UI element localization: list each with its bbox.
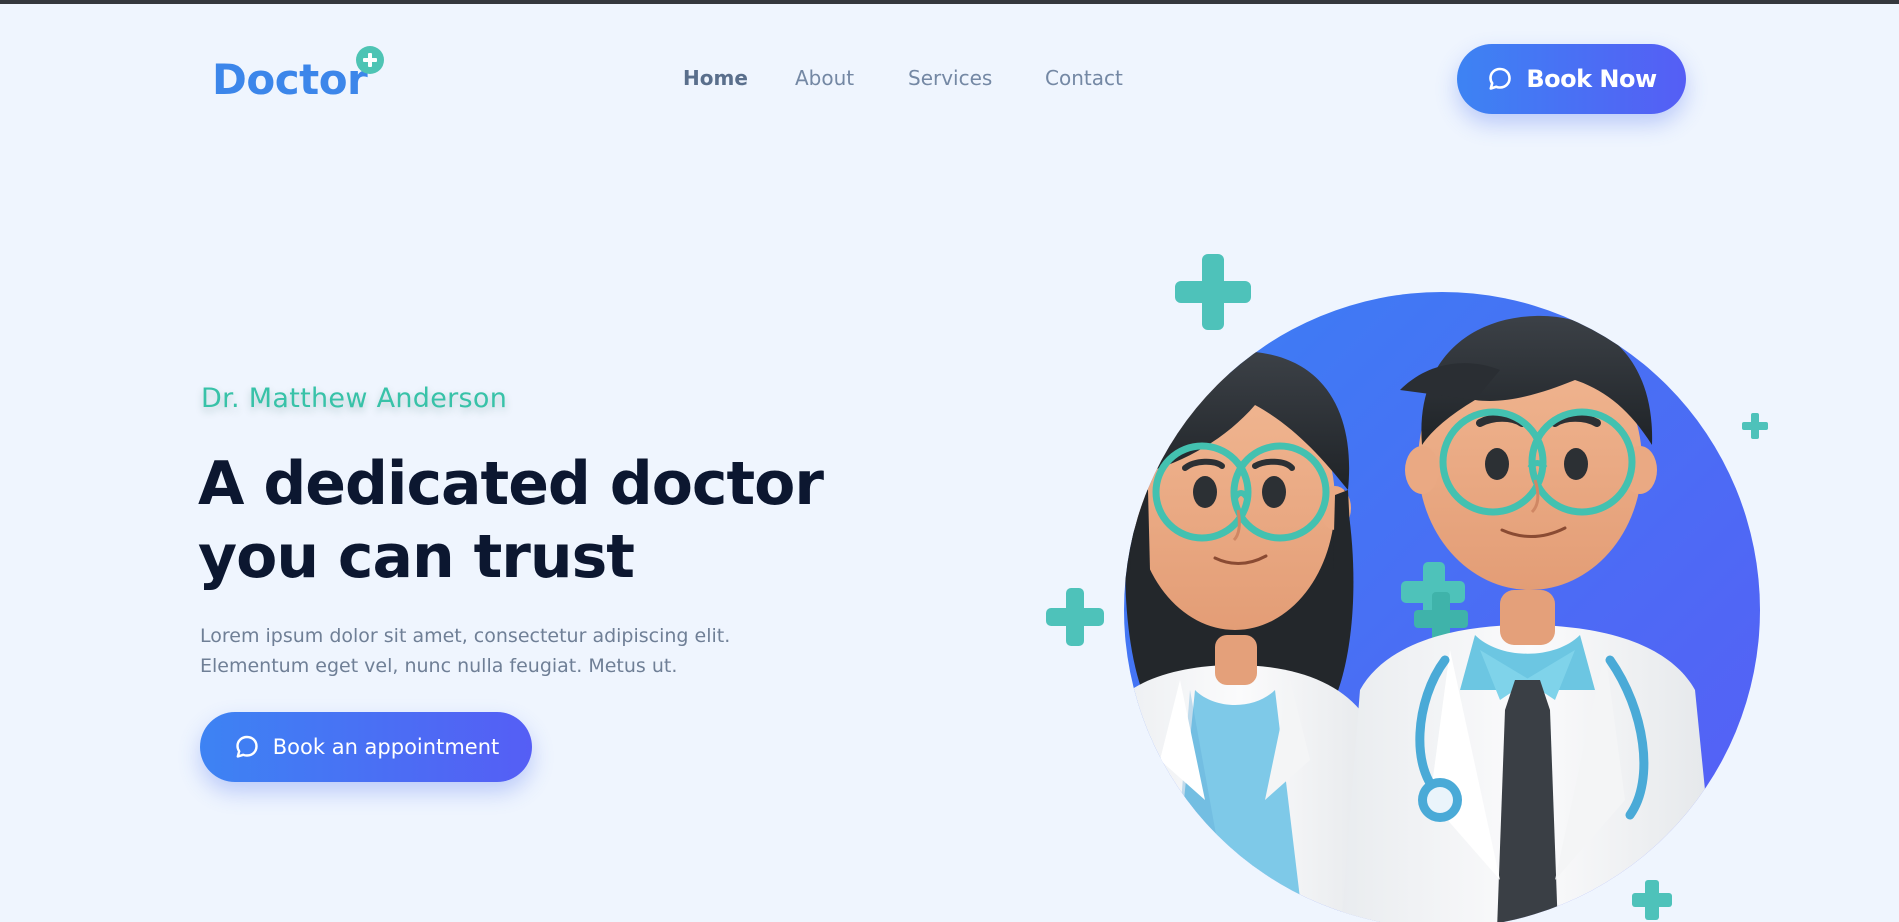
hero-headline: A dedicated doctor you can trust — [198, 448, 838, 594]
headline-line-2: you can trust — [198, 522, 635, 592]
hero-description: Lorem ipsum dolor sit amet, consectetur … — [200, 621, 800, 681]
nav-link-about[interactable]: About — [795, 66, 854, 90]
female-doctor-figure — [1124, 351, 1390, 922]
description-line-1: Lorem ipsum dolor sit amet, consectetur … — [200, 625, 731, 647]
description-line-2: Elementum eget vel, nunc nulla feugiat. … — [200, 655, 678, 677]
chat-bubble-icon — [236, 735, 258, 758]
nav-link-contact[interactable]: Contact — [1045, 66, 1123, 90]
logo-text[interactable]: Doctor — [212, 56, 368, 104]
medical-cross-icon — [1742, 413, 1768, 439]
medical-cross-icon — [356, 46, 384, 74]
medical-cross-icon — [1632, 880, 1672, 920]
book-now-label: Book Now — [1526, 65, 1657, 93]
window-top-border — [0, 0, 1899, 4]
chat-bubble-icon — [1489, 67, 1512, 90]
headline-line-1: A dedicated doctor — [198, 449, 824, 519]
medical-cross-icon — [1175, 254, 1251, 330]
book-now-button[interactable]: Book Now — [1457, 44, 1686, 114]
book-appointment-button[interactable]: Book an appointment — [200, 712, 532, 782]
two-doctors-illustration — [1046, 254, 1768, 922]
nav-link-home[interactable]: Home — [683, 66, 748, 90]
book-appointment-label: Book an appointment — [272, 735, 500, 759]
nav-link-services[interactable]: Services — [908, 66, 992, 90]
medical-cross-icon — [1046, 588, 1104, 646]
doctor-name: Dr. Matthew Anderson — [201, 383, 508, 414]
